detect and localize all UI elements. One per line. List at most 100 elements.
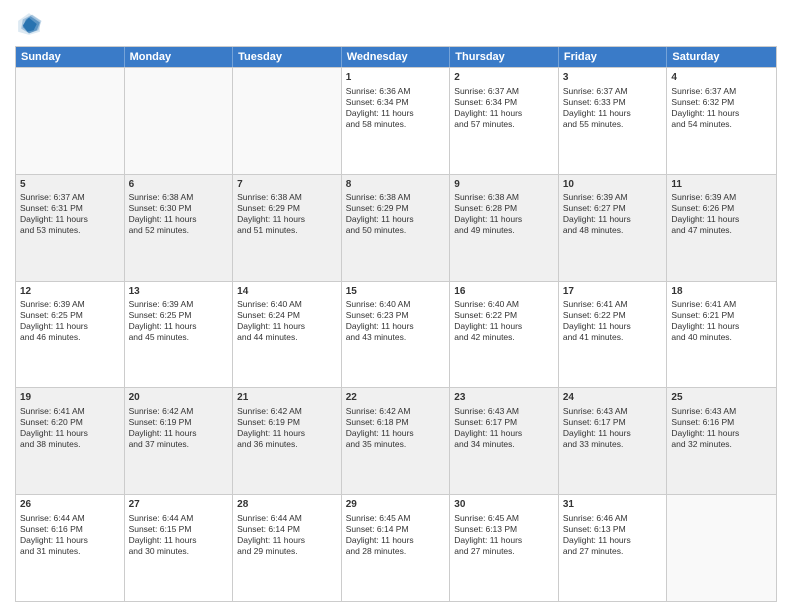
calendar-row: 1Sunrise: 6:36 AM Sunset: 6:34 PM Daylig… — [16, 67, 776, 174]
day-number: 13 — [129, 285, 229, 299]
day-number: 30 — [454, 498, 554, 512]
calendar-cell: 30Sunrise: 6:45 AM Sunset: 6:13 PM Dayli… — [450, 495, 559, 601]
day-number: 25 — [671, 391, 772, 405]
calendar: SundayMondayTuesdayWednesdayThursdayFrid… — [15, 46, 777, 602]
cell-info: Sunrise: 6:38 AM Sunset: 6:29 PM Dayligh… — [237, 192, 337, 236]
calendar-cell — [233, 68, 342, 174]
day-number: 11 — [671, 178, 772, 192]
calendar-cell: 12Sunrise: 6:39 AM Sunset: 6:25 PM Dayli… — [16, 282, 125, 388]
calendar-cell: 25Sunrise: 6:43 AM Sunset: 6:16 PM Dayli… — [667, 388, 776, 494]
calendar-cell: 22Sunrise: 6:42 AM Sunset: 6:18 PM Dayli… — [342, 388, 451, 494]
cell-info: Sunrise: 6:41 AM Sunset: 6:22 PM Dayligh… — [563, 299, 663, 343]
cell-info: Sunrise: 6:37 AM Sunset: 6:34 PM Dayligh… — [454, 86, 554, 130]
cell-info: Sunrise: 6:38 AM Sunset: 6:30 PM Dayligh… — [129, 192, 229, 236]
cell-info: Sunrise: 6:39 AM Sunset: 6:27 PM Dayligh… — [563, 192, 663, 236]
calendar-cell: 13Sunrise: 6:39 AM Sunset: 6:25 PM Dayli… — [125, 282, 234, 388]
calendar-header-cell: Wednesday — [342, 47, 451, 67]
cell-info: Sunrise: 6:42 AM Sunset: 6:19 PM Dayligh… — [237, 406, 337, 450]
cell-info: Sunrise: 6:40 AM Sunset: 6:23 PM Dayligh… — [346, 299, 446, 343]
calendar-row: 5Sunrise: 6:37 AM Sunset: 6:31 PM Daylig… — [16, 174, 776, 281]
day-number: 5 — [20, 178, 120, 192]
page: SundayMondayTuesdayWednesdayThursdayFrid… — [0, 0, 792, 612]
calendar-cell: 9Sunrise: 6:38 AM Sunset: 6:28 PM Daylig… — [450, 175, 559, 281]
day-number: 2 — [454, 71, 554, 85]
cell-info: Sunrise: 6:43 AM Sunset: 6:17 PM Dayligh… — [563, 406, 663, 450]
cell-info: Sunrise: 6:40 AM Sunset: 6:22 PM Dayligh… — [454, 299, 554, 343]
calendar-cell — [125, 68, 234, 174]
cell-info: Sunrise: 6:37 AM Sunset: 6:32 PM Dayligh… — [671, 86, 772, 130]
calendar-cell: 8Sunrise: 6:38 AM Sunset: 6:29 PM Daylig… — [342, 175, 451, 281]
cell-info: Sunrise: 6:46 AM Sunset: 6:13 PM Dayligh… — [563, 513, 663, 557]
calendar-cell — [16, 68, 125, 174]
day-number: 19 — [20, 391, 120, 405]
cell-info: Sunrise: 6:42 AM Sunset: 6:19 PM Dayligh… — [129, 406, 229, 450]
day-number: 3 — [563, 71, 663, 85]
calendar-cell: 20Sunrise: 6:42 AM Sunset: 6:19 PM Dayli… — [125, 388, 234, 494]
day-number: 20 — [129, 391, 229, 405]
day-number: 7 — [237, 178, 337, 192]
calendar-cell: 21Sunrise: 6:42 AM Sunset: 6:19 PM Dayli… — [233, 388, 342, 494]
calendar-cell: 27Sunrise: 6:44 AM Sunset: 6:15 PM Dayli… — [125, 495, 234, 601]
logo — [15, 10, 47, 38]
cell-info: Sunrise: 6:44 AM Sunset: 6:15 PM Dayligh… — [129, 513, 229, 557]
day-number: 4 — [671, 71, 772, 85]
calendar-cell: 3Sunrise: 6:37 AM Sunset: 6:33 PM Daylig… — [559, 68, 668, 174]
day-number: 18 — [671, 285, 772, 299]
calendar-header-cell: Sunday — [16, 47, 125, 67]
cell-info: Sunrise: 6:45 AM Sunset: 6:14 PM Dayligh… — [346, 513, 446, 557]
day-number: 6 — [129, 178, 229, 192]
calendar-cell — [667, 495, 776, 601]
cell-info: Sunrise: 6:39 AM Sunset: 6:26 PM Dayligh… — [671, 192, 772, 236]
cell-info: Sunrise: 6:39 AM Sunset: 6:25 PM Dayligh… — [20, 299, 120, 343]
cell-info: Sunrise: 6:42 AM Sunset: 6:18 PM Dayligh… — [346, 406, 446, 450]
calendar-header-cell: Tuesday — [233, 47, 342, 67]
calendar-cell: 5Sunrise: 6:37 AM Sunset: 6:31 PM Daylig… — [16, 175, 125, 281]
calendar-row: 19Sunrise: 6:41 AM Sunset: 6:20 PM Dayli… — [16, 387, 776, 494]
cell-info: Sunrise: 6:41 AM Sunset: 6:20 PM Dayligh… — [20, 406, 120, 450]
day-number: 8 — [346, 178, 446, 192]
calendar-cell: 17Sunrise: 6:41 AM Sunset: 6:22 PM Dayli… — [559, 282, 668, 388]
day-number: 24 — [563, 391, 663, 405]
calendar-cell: 24Sunrise: 6:43 AM Sunset: 6:17 PM Dayli… — [559, 388, 668, 494]
day-number: 15 — [346, 285, 446, 299]
calendar-cell: 31Sunrise: 6:46 AM Sunset: 6:13 PM Dayli… — [559, 495, 668, 601]
calendar-row: 12Sunrise: 6:39 AM Sunset: 6:25 PM Dayli… — [16, 281, 776, 388]
calendar-cell: 26Sunrise: 6:44 AM Sunset: 6:16 PM Dayli… — [16, 495, 125, 601]
day-number: 26 — [20, 498, 120, 512]
cell-info: Sunrise: 6:37 AM Sunset: 6:33 PM Dayligh… — [563, 86, 663, 130]
day-number: 28 — [237, 498, 337, 512]
cell-info: Sunrise: 6:38 AM Sunset: 6:29 PM Dayligh… — [346, 192, 446, 236]
day-number: 14 — [237, 285, 337, 299]
cell-info: Sunrise: 6:38 AM Sunset: 6:28 PM Dayligh… — [454, 192, 554, 236]
day-number: 27 — [129, 498, 229, 512]
calendar-cell: 19Sunrise: 6:41 AM Sunset: 6:20 PM Dayli… — [16, 388, 125, 494]
calendar-cell: 29Sunrise: 6:45 AM Sunset: 6:14 PM Dayli… — [342, 495, 451, 601]
calendar-cell: 18Sunrise: 6:41 AM Sunset: 6:21 PM Dayli… — [667, 282, 776, 388]
calendar-cell: 28Sunrise: 6:44 AM Sunset: 6:14 PM Dayli… — [233, 495, 342, 601]
day-number: 9 — [454, 178, 554, 192]
calendar-cell: 6Sunrise: 6:38 AM Sunset: 6:30 PM Daylig… — [125, 175, 234, 281]
calendar-header-cell: Monday — [125, 47, 234, 67]
cell-info: Sunrise: 6:43 AM Sunset: 6:16 PM Dayligh… — [671, 406, 772, 450]
cell-info: Sunrise: 6:44 AM Sunset: 6:16 PM Dayligh… — [20, 513, 120, 557]
calendar-body: 1Sunrise: 6:36 AM Sunset: 6:34 PM Daylig… — [16, 67, 776, 601]
calendar-cell: 1Sunrise: 6:36 AM Sunset: 6:34 PM Daylig… — [342, 68, 451, 174]
cell-info: Sunrise: 6:43 AM Sunset: 6:17 PM Dayligh… — [454, 406, 554, 450]
calendar-cell: 2Sunrise: 6:37 AM Sunset: 6:34 PM Daylig… — [450, 68, 559, 174]
day-number: 23 — [454, 391, 554, 405]
day-number: 10 — [563, 178, 663, 192]
calendar-cell: 4Sunrise: 6:37 AM Sunset: 6:32 PM Daylig… — [667, 68, 776, 174]
cell-info: Sunrise: 6:41 AM Sunset: 6:21 PM Dayligh… — [671, 299, 772, 343]
day-number: 17 — [563, 285, 663, 299]
header — [15, 10, 777, 38]
day-number: 21 — [237, 391, 337, 405]
cell-info: Sunrise: 6:37 AM Sunset: 6:31 PM Dayligh… — [20, 192, 120, 236]
cell-info: Sunrise: 6:40 AM Sunset: 6:24 PM Dayligh… — [237, 299, 337, 343]
cell-info: Sunrise: 6:36 AM Sunset: 6:34 PM Dayligh… — [346, 86, 446, 130]
calendar-row: 26Sunrise: 6:44 AM Sunset: 6:16 PM Dayli… — [16, 494, 776, 601]
calendar-cell: 23Sunrise: 6:43 AM Sunset: 6:17 PM Dayli… — [450, 388, 559, 494]
calendar-header: SundayMondayTuesdayWednesdayThursdayFrid… — [16, 47, 776, 67]
logo-icon — [15, 10, 43, 38]
day-number: 1 — [346, 71, 446, 85]
day-number: 31 — [563, 498, 663, 512]
